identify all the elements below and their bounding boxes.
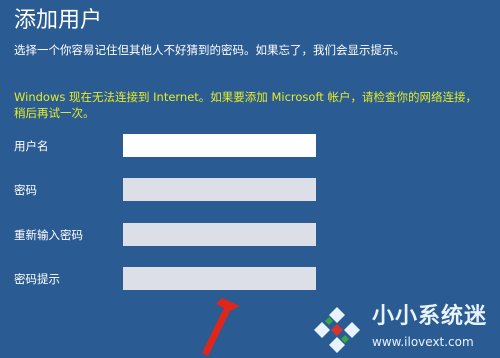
- watermark-logo-icon: [314, 307, 360, 353]
- network-warning: Windows 现在无法连接到 Internet。如果要添加 Microsoft…: [14, 90, 477, 120]
- watermark-title: 小小系统迷: [372, 304, 488, 329]
- password-label: 密码: [14, 183, 37, 197]
- watermark-url: www.ilovext.com: [372, 335, 474, 349]
- password-hint-input[interactable]: [123, 267, 316, 290]
- page-title: 添加用户: [14, 8, 103, 33]
- confirm-password-label: 重新输入密码: [14, 228, 83, 242]
- page-subtitle: 选择一个你容易记住但其他人不好猜到的密码。如果忘了，我们会显示提示。: [14, 43, 405, 57]
- confirm-password-input[interactable]: [123, 223, 316, 246]
- red-arrow-icon: [202, 298, 240, 356]
- username-input[interactable]: [123, 134, 316, 157]
- password-hint-label: 密码提示: [14, 272, 60, 286]
- password-input[interactable]: [123, 178, 316, 201]
- username-label: 用户名: [14, 139, 49, 153]
